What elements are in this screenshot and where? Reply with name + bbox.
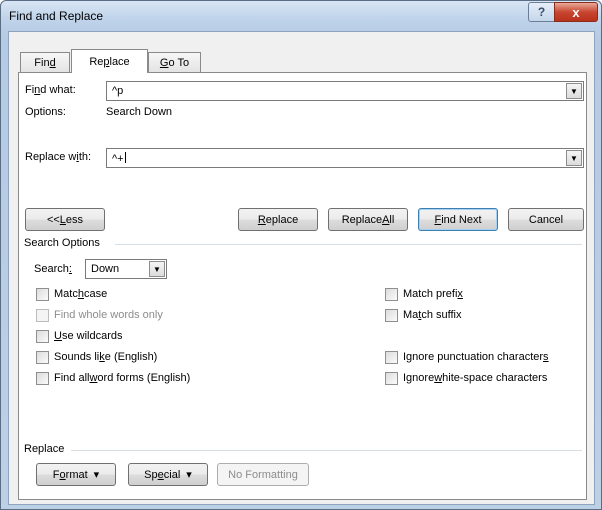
checkbox-box[interactable] bbox=[385, 371, 398, 385]
search-direction-label: Search: bbox=[34, 263, 72, 275]
checkbox-box[interactable] bbox=[36, 329, 49, 343]
no-formatting-button: No Formatting bbox=[217, 463, 309, 486]
format-button[interactable]: Fo rmat ▾ bbox=[36, 463, 116, 486]
less-button[interactable]: << Less bbox=[25, 208, 105, 231]
match-suffix-checkbox[interactable]: Ma t ch suffix bbox=[385, 307, 462, 323]
replace-with-dropdown-button[interactable]: ▼ bbox=[566, 150, 582, 166]
chevron-down-icon: ▼ bbox=[570, 86, 578, 96]
checkbox-box[interactable] bbox=[385, 350, 398, 364]
text-caret bbox=[124, 152, 126, 163]
replace-button[interactable]: Replace bbox=[238, 208, 318, 231]
chevron-down-icon: ▼ bbox=[153, 264, 161, 274]
options-label: Options: bbox=[25, 106, 66, 118]
match-prefix-checkbox[interactable]: Match prefi x bbox=[385, 286, 463, 302]
replace-all-button[interactable]: Replace All bbox=[328, 208, 408, 231]
help-button[interactable]: ? bbox=[528, 2, 555, 22]
find-next-button[interactable]: Find Next bbox=[418, 208, 498, 231]
ignore-whitespace-checkbox[interactable]: Ignore w hite-space characters bbox=[385, 370, 547, 386]
find-what-input[interactable]: ^p bbox=[112, 85, 123, 97]
chevron-down-icon: ▼ bbox=[570, 153, 578, 163]
find-whole-words-checkbox: Find whole words only bbox=[36, 307, 163, 323]
checkbox-box[interactable] bbox=[385, 287, 398, 301]
match-case-checkbox[interactable]: Matc h case bbox=[36, 286, 107, 302]
search-options-heading: Search Options bbox=[24, 237, 100, 249]
dropdown-arrow-icon: ▾ bbox=[186, 469, 192, 481]
close-button[interactable]: x bbox=[554, 2, 598, 22]
search-direction-value: Down bbox=[91, 263, 120, 275]
tab-find[interactable]: Fin d bbox=[20, 52, 70, 72]
dropdown-arrow-icon: ▾ bbox=[93, 469, 100, 481]
options-value: Search Down bbox=[106, 106, 173, 118]
checkbox-box[interactable] bbox=[385, 308, 398, 322]
sounds-like-checkbox[interactable]: Sounds li k e (English) bbox=[36, 349, 157, 365]
window-title: Find and Replace bbox=[9, 9, 104, 23]
search-direction-dropdown-button[interactable]: ▼ bbox=[149, 261, 165, 277]
checkbox-box bbox=[36, 308, 49, 322]
help-icon: ? bbox=[537, 5, 546, 19]
checkbox-box[interactable] bbox=[36, 350, 49, 364]
replace-panel: Find what: ^p ▼ Options: Search Down Rep… bbox=[18, 72, 587, 500]
dialog-client-area: Fin d Re p lace Go To Find what: ^p ▼ Optio… bbox=[8, 31, 595, 505]
find-what-combo[interactable]: ^p ▼ bbox=[106, 81, 584, 101]
search-direction-select[interactable]: Down ▼ bbox=[85, 259, 167, 279]
replace-section-divider bbox=[71, 450, 582, 451]
use-wildcards-checkbox[interactable]: Use wildcards bbox=[36, 328, 122, 344]
ignore-punctuation-checkbox[interactable]: Ignore punctuation character s bbox=[385, 349, 549, 365]
replace-section-heading: Replace bbox=[24, 443, 65, 455]
special-button[interactable]: Sp e cial ▾ bbox=[128, 463, 208, 486]
checkbox-box[interactable] bbox=[36, 371, 49, 385]
replace-with-label: Replace with: bbox=[25, 151, 92, 163]
replace-with-combo[interactable]: ^+ ▼ bbox=[106, 148, 584, 168]
find-what-label: Find what: bbox=[25, 84, 76, 96]
search-options-divider bbox=[115, 244, 582, 245]
replace-with-input[interactable]: ^+ bbox=[112, 152, 126, 165]
find-replace-dialog: Find and Replace ? x Fin d Re p lace Go To … bbox=[0, 0, 602, 510]
find-what-dropdown-button[interactable]: ▼ bbox=[566, 83, 582, 99]
find-all-word-forms-checkbox[interactable]: Find all w ord forms (English) bbox=[36, 370, 190, 386]
title-bar[interactable]: Find and Replace ? x bbox=[1, 1, 601, 31]
cancel-button[interactable]: Cancel bbox=[508, 208, 584, 231]
tab-goto[interactable]: Go To bbox=[148, 52, 201, 72]
tab-replace[interactable]: Re p lace bbox=[71, 49, 148, 73]
close-icon: x bbox=[572, 4, 580, 20]
checkbox-box[interactable] bbox=[36, 287, 49, 301]
